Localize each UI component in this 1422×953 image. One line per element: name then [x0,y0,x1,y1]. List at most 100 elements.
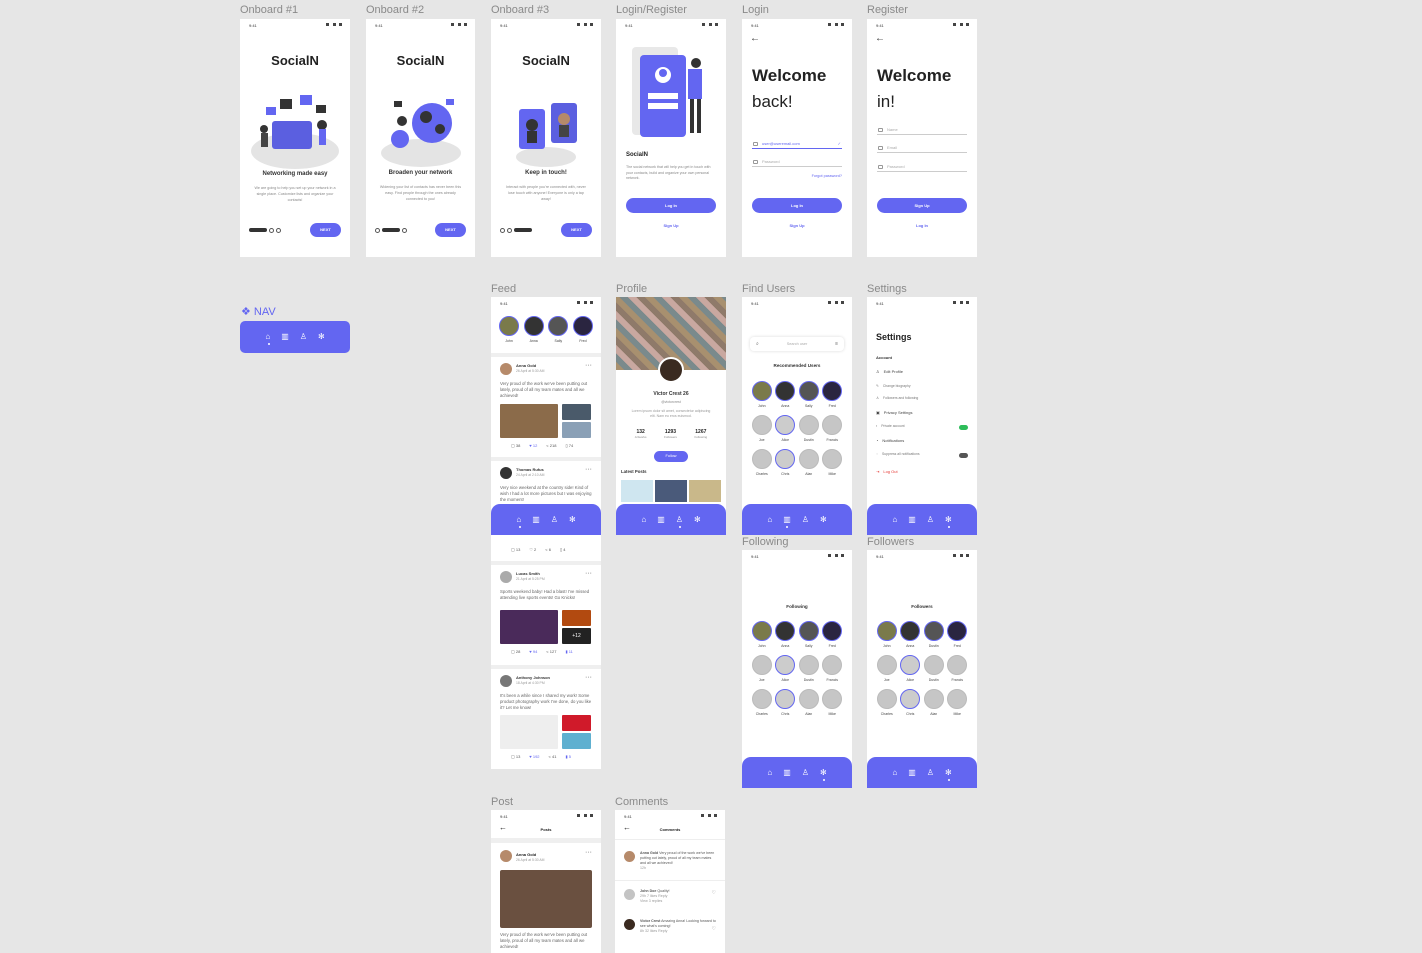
user-item[interactable]: Charles [875,689,899,716]
user-icon[interactable]: ♙ [802,768,809,777]
user-item[interactable]: Dustin [797,655,821,682]
forgot-password-link[interactable]: Forgot password? [812,174,842,178]
map-icon[interactable]: ▥ [783,768,791,777]
user-item[interactable]: Fred [821,381,845,408]
map-icon[interactable]: ▥ [281,333,289,341]
comment-meta[interactable]: 8h 32 likes Reply [640,929,667,933]
heart-icon[interactable]: ♡ [712,927,716,932]
comment-icon[interactable]: ▢ 28 [511,649,520,654]
user-item[interactable]: Dustin [922,655,946,682]
name-field[interactable]: Name [877,125,967,135]
story-item[interactable]: Sally [548,316,569,343]
more-icon[interactable]: ··· [585,466,592,473]
private-account-toggle[interactable] [959,425,968,430]
bookmark-icon[interactable]: ▯ 74 [565,443,573,448]
user-icon[interactable]: ♙ [927,515,934,524]
story-item[interactable]: Fred [572,316,593,343]
user-icon[interactable]: ♙ [676,515,683,528]
like-icon[interactable]: ♥ 94 [529,649,537,654]
home-icon[interactable]: ⌂ [767,515,772,524]
password-field[interactable]: Password [877,162,967,172]
log-in-link[interactable]: Log In [867,223,977,228]
settings-icon[interactable]: ✻ [820,768,827,781]
home-icon[interactable]: ⌂ [767,768,772,777]
user-item[interactable]: Alan [922,689,946,716]
next-button[interactable]: NEXT [435,223,466,237]
user-item[interactable]: Sally [797,381,821,408]
notifications-row[interactable]: ◔ Notifications [876,438,904,443]
user-item[interactable]: Alice [774,415,798,442]
user-item[interactable]: Dustin [797,415,821,442]
user-item[interactable]: John [750,621,774,648]
user-item[interactable]: Francis [821,415,845,442]
email-field[interactable]: user@useremail.com ✓ [752,139,842,149]
share-icon[interactable]: < 127 [546,649,556,654]
settings-icon[interactable]: ✻ [945,515,952,528]
sign-up-link[interactable]: Sign Up [742,223,852,228]
like-icon[interactable]: ♥ 192 [529,754,539,759]
user-item[interactable]: Alice [774,655,798,682]
home-icon[interactable]: ⌂ [516,515,522,528]
followers-following-row[interactable]: ♙ Followers and following [876,396,918,400]
user-item[interactable]: Chris [774,689,798,716]
user-item[interactable]: Dustin [922,621,946,648]
like-icon[interactable]: ♡ 2 [529,547,536,552]
latest-post-thumb[interactable] [621,480,653,502]
home-icon[interactable]: ⌂ [892,768,897,777]
log-out-row[interactable]: ⇥ Log Out [876,469,898,474]
comment-icon[interactable]: ▢ 13 [511,547,520,552]
privacy-settings-row[interactable]: ▣ Privacy Settings [876,410,912,415]
user-item[interactable]: Chris [774,449,798,476]
home-icon[interactable]: ⌂ [265,333,271,345]
map-icon[interactable]: ▥ [657,515,665,524]
email-field[interactable]: Email [877,143,967,153]
user-icon[interactable]: ♙ [551,515,558,524]
bookmark-icon[interactable]: ▮ 5 [565,754,571,759]
share-icon[interactable]: < 218 [546,443,556,448]
next-button[interactable]: NEXT [310,223,341,237]
settings-icon[interactable]: ✻ [318,333,325,341]
more-icon[interactable]: ··· [585,674,592,681]
user-item[interactable]: Fred [821,621,845,648]
user-item[interactable]: John [875,621,899,648]
user-item[interactable]: Anna [774,621,798,648]
map-icon[interactable]: ▥ [783,515,791,528]
sign-up-button[interactable]: Sign Up [877,198,967,213]
user-item[interactable]: Joe [750,655,774,682]
user-item[interactable]: Francis [946,655,970,682]
user-item[interactable]: Chris [899,689,923,716]
comment-icon[interactable]: ▢ 13 [511,754,520,759]
user-item[interactable]: Sally [797,621,821,648]
share-icon[interactable]: < 41 [549,754,557,759]
map-icon[interactable]: ▥ [908,515,916,524]
back-arrow-icon[interactable]: ← [875,34,885,44]
latest-post-thumb[interactable] [689,480,721,502]
user-item[interactable]: Alan [797,449,821,476]
settings-icon[interactable]: ✻ [820,515,827,524]
user-icon[interactable]: ♙ [802,515,809,524]
like-icon[interactable]: ♥ 12 [529,443,537,448]
follow-button[interactable]: Follow [654,451,688,462]
back-arrow-icon[interactable]: ← [750,34,760,44]
bookmark-icon[interactable]: ▮ 11 [565,649,572,654]
user-item[interactable]: Joe [750,415,774,442]
comment-icon[interactable]: ▢ 38 [511,443,520,448]
user-item[interactable]: Charles [750,689,774,716]
password-field[interactable]: Password [752,157,842,167]
more-icon[interactable]: ··· [585,362,592,369]
user-item[interactable]: Joe [875,655,899,682]
user-icon[interactable]: ♙ [927,768,934,777]
user-item[interactable]: Anna [774,381,798,408]
user-item[interactable]: Fred [946,621,970,648]
more-icon[interactable]: ··· [585,849,592,856]
view-replies-link[interactable]: View 3 replies [640,899,662,903]
search-input[interactable]: ⌕ Search user ≡ [750,337,844,351]
bookmark-icon[interactable]: ▯ 4 [560,547,566,552]
user-item[interactable]: John [750,381,774,408]
user-item[interactable]: Mike [821,689,845,716]
home-icon[interactable]: ⌂ [641,515,646,524]
filter-icon[interactable]: ≡ [835,337,838,351]
story-item[interactable]: Anna [523,316,544,343]
user-item[interactable]: Mike [821,449,845,476]
user-item[interactable]: Alice [899,655,923,682]
